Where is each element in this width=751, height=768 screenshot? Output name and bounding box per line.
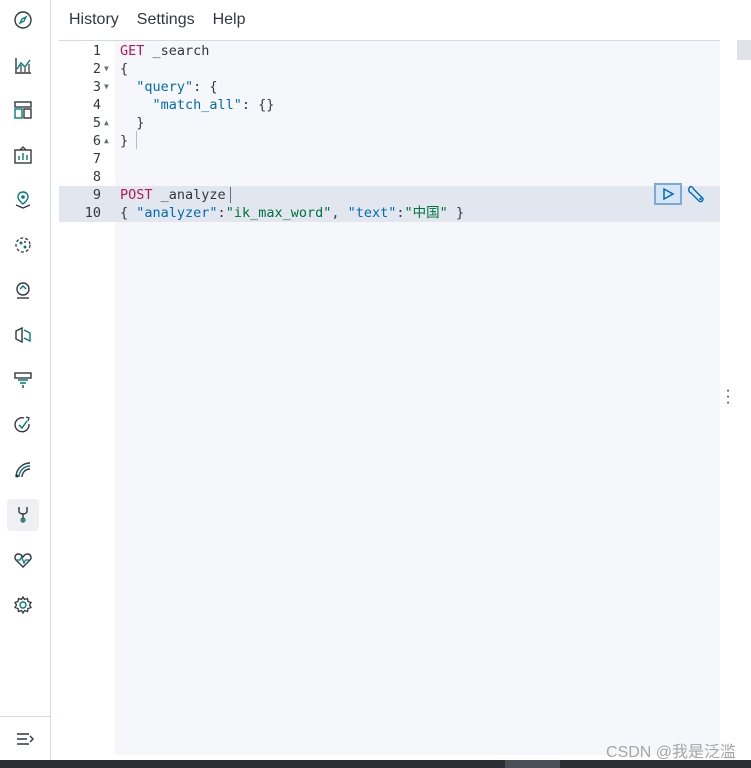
editor-line[interactable]: 4 "match_all": {} <box>59 96 720 114</box>
side-nav <box>0 0 51 760</box>
code-text: } <box>120 115 145 131</box>
editor-line[interactable]: 7 <box>59 150 720 168</box>
line-number: 5 <box>92 115 101 131</box>
line-number: 8 <box>92 169 101 185</box>
fold-toggle-icon[interactable]: ▲ <box>104 114 109 132</box>
code-text: "match_all": {} <box>152 97 275 113</box>
graph-icon[interactable] <box>7 274 39 306</box>
play-icon[interactable] <box>654 183 682 205</box>
infrastructure-icon[interactable] <box>7 319 39 351</box>
request-editor[interactable]: 1 GET _search 2 ▼ { 3 ▼ "query": { 4 "ma… <box>59 40 720 755</box>
discover-compass-icon[interactable] <box>7 4 39 36</box>
code-text: POST _analyze <box>120 186 231 204</box>
dashboard-icon[interactable] <box>7 94 39 126</box>
fold-toggle-icon[interactable]: ▼ <box>104 78 109 96</box>
wrench-icon[interactable] <box>684 183 708 205</box>
line-number: 9 <box>92 187 101 203</box>
code-text: } <box>120 133 129 149</box>
watermark: CSDN @我是泛滥 <box>605 744 736 761</box>
management-gear-icon[interactable] <box>7 589 39 621</box>
editor-line[interactable]: 5 ▲ } <box>59 114 720 132</box>
code-text: "query": { <box>136 79 218 95</box>
line-number: 2 <box>92 61 101 77</box>
code-text: { "analyzer":"ik_max_word", "text":"中国" … <box>120 205 465 221</box>
request-actions <box>654 183 708 205</box>
line-number: 1 <box>92 43 101 59</box>
dev-tools-icon[interactable] <box>7 499 39 531</box>
scrollbar-thumb[interactable] <box>737 40 751 60</box>
monitoring-icon[interactable] <box>7 544 39 576</box>
editor-line-active[interactable]: 10 { "analyzer":"ik_max_word", "text":"中… <box>59 204 720 222</box>
line-number: 3 <box>92 79 101 95</box>
resize-handle-icon[interactable]: · · · <box>722 383 734 411</box>
line-number: 4 <box>92 97 101 113</box>
console-menu: History Settings Help <box>60 0 255 40</box>
settings-menu-item[interactable]: Settings <box>137 11 195 29</box>
apm-icon[interactable] <box>7 454 39 486</box>
ml-icon[interactable] <box>7 229 39 261</box>
collapse-menu-icon[interactable] <box>0 716 50 761</box>
line-number: 6 <box>92 133 101 149</box>
editor-line[interactable]: 3 ▼ "query": { <box>59 78 720 96</box>
fold-toggle-icon[interactable]: ▲ <box>104 132 109 150</box>
visualize-chart-icon[interactable] <box>7 49 39 81</box>
editor-line[interactable]: 8 <box>59 168 720 186</box>
editor-line[interactable]: 2 ▼ { <box>59 60 720 78</box>
fold-toggle-icon[interactable]: ▼ <box>104 60 109 78</box>
history-menu-item[interactable]: History <box>69 11 119 29</box>
logs-icon[interactable] <box>7 364 39 396</box>
editor-line-active[interactable]: 9 POST _analyze <box>59 186 720 204</box>
code-text: { <box>120 61 129 77</box>
code-text: GET _search <box>120 43 210 59</box>
text-cursor <box>229 187 231 203</box>
editor-line[interactable]: 1 GET _search <box>59 42 720 60</box>
taskbar-item[interactable] <box>505 760 560 768</box>
line-number: 10 <box>84 205 101 221</box>
line-number: 7 <box>92 151 101 167</box>
editor-scrollbar[interactable] <box>737 40 751 754</box>
uptime-icon[interactable] <box>7 409 39 441</box>
help-menu-item[interactable]: Help <box>213 11 246 29</box>
canvas-icon[interactable] <box>7 139 39 171</box>
maps-icon[interactable] <box>7 184 39 216</box>
editor-line[interactable]: 6 ▲ } <box>59 132 720 150</box>
